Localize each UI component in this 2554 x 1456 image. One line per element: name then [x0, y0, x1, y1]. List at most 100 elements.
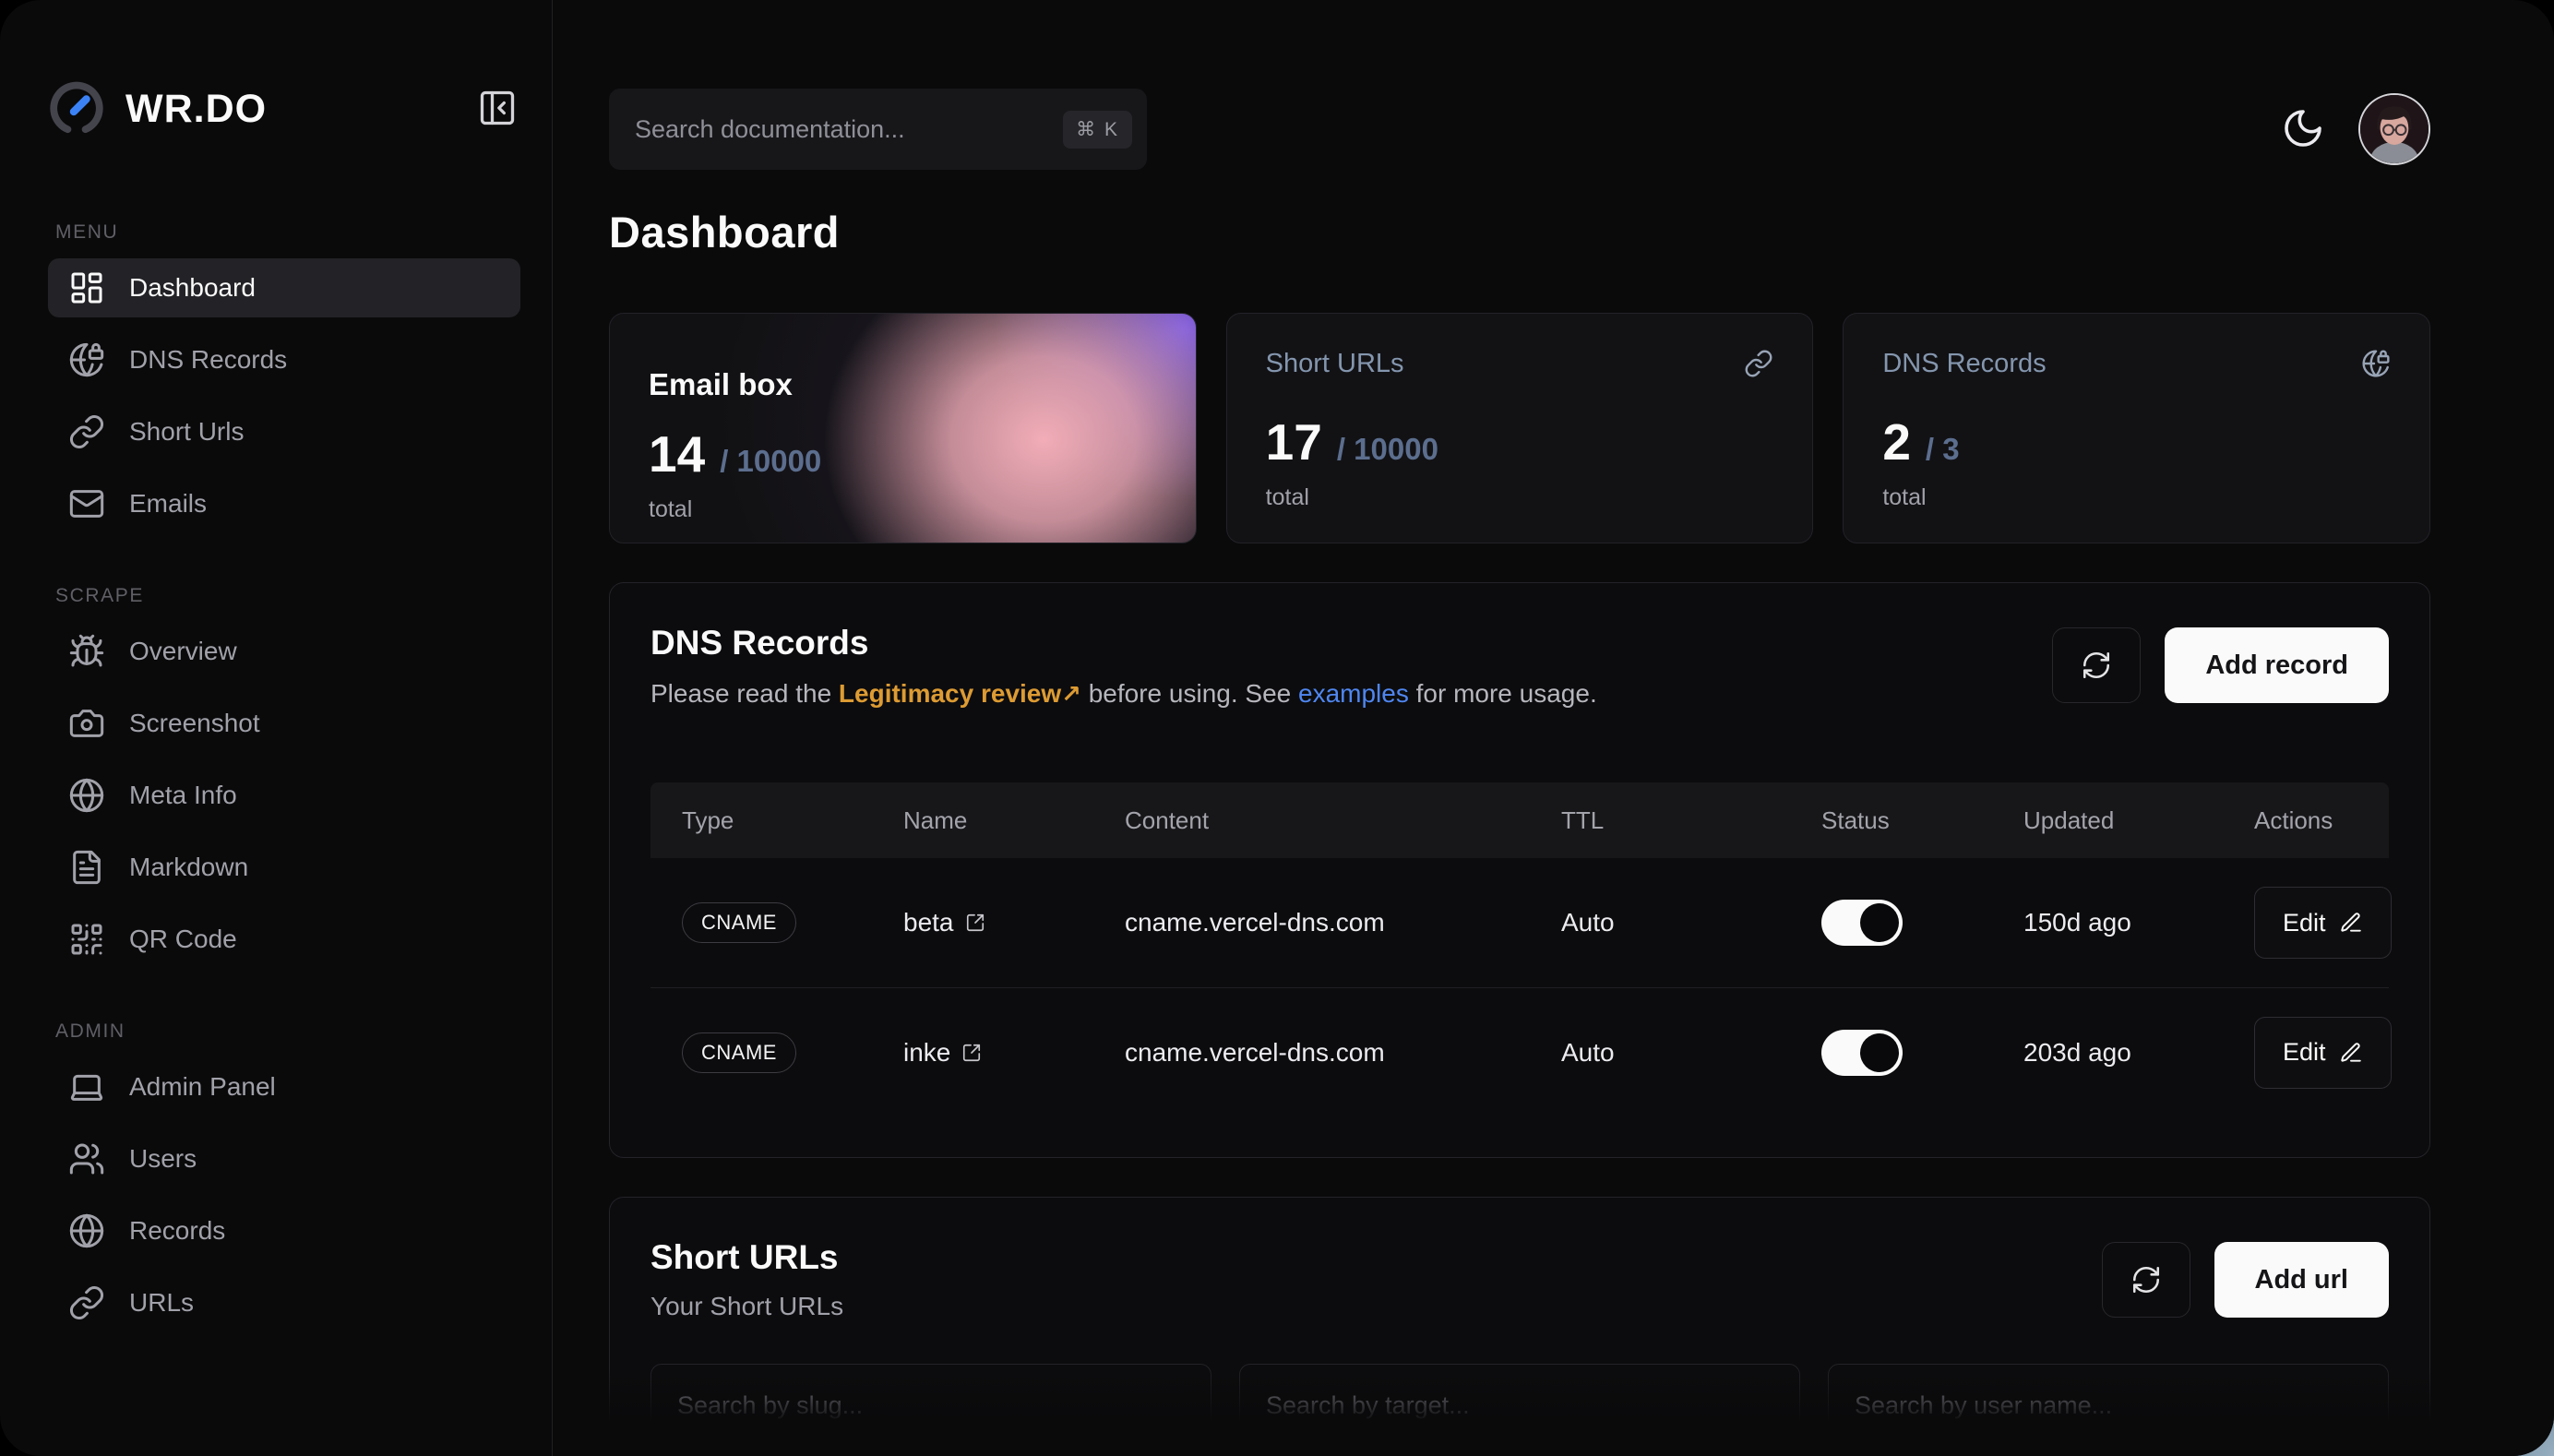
external-arrow-icon: ↗: [1061, 680, 1081, 708]
stat-card-value: 2: [1882, 412, 1911, 471]
dns-panel-heading: DNS Records Please read the Legitimacy r…: [650, 624, 1597, 709]
user-avatar[interactable]: [2358, 93, 2430, 165]
examples-link[interactable]: examples: [1298, 679, 1409, 708]
sidebar-item-short-urls[interactable]: Short Urls: [48, 402, 520, 461]
desc-text: before using. See: [1081, 679, 1298, 708]
status-toggle[interactable]: [1821, 900, 1903, 946]
sidebar-item-label: DNS Records: [129, 345, 287, 375]
screenshot-stage: WR.DO MENU Dashboard DNS Records Short U…: [0, 0, 2554, 1456]
sidebar-item-qr-code[interactable]: QR Code: [48, 910, 520, 969]
sidebar: WR.DO MENU Dashboard DNS Records Short U…: [0, 0, 553, 1456]
sidebar-item-label: Markdown: [129, 853, 248, 882]
globe-icon: [68, 777, 105, 814]
stat-card-title: Email box: [649, 367, 1157, 402]
panel-title: Short URLs: [650, 1238, 843, 1277]
table-row: CNAME inke cname.vercel-dns.com Auto 203…: [650, 987, 2389, 1116]
camera-icon: [68, 705, 105, 742]
file-text-icon: [68, 849, 105, 886]
sidebar-item-label: Users: [129, 1144, 197, 1174]
record-name: beta: [903, 908, 954, 937]
avatar-image: [2360, 95, 2429, 163]
col-header-ttl: TTL: [1530, 806, 1790, 835]
search-input[interactable]: Search documentation... ⌘ K: [609, 89, 1147, 170]
edit-record-button[interactable]: Edit: [2254, 1017, 2392, 1089]
record-updated: 203d ago: [1992, 1038, 2223, 1068]
toggle-knob: [1860, 903, 1899, 942]
sidebar-item-users[interactable]: Users: [48, 1129, 520, 1188]
legitimacy-review-link[interactable]: Legitimacy review↗: [839, 679, 1081, 708]
sidebar-item-meta-info[interactable]: Meta Info: [48, 766, 520, 825]
sidebar-item-markdown[interactable]: Markdown: [48, 838, 520, 897]
sidebar-item-overview[interactable]: Overview: [48, 622, 520, 681]
sidebar-item-label: Screenshot: [129, 709, 260, 738]
panel-subtitle: Your Short URLs: [650, 1292, 843, 1321]
sidebar-item-urls[interactable]: URLs: [48, 1273, 520, 1332]
sidebar-item-admin-panel[interactable]: Admin Panel: [48, 1057, 520, 1116]
url-filters-row: [650, 1364, 2389, 1447]
keyboard-shortcut-badge: ⌘ K: [1063, 111, 1132, 149]
sidebar-item-screenshot[interactable]: Screenshot: [48, 694, 520, 753]
add-url-button[interactable]: Add url: [2214, 1242, 2390, 1318]
search-by-slug-input[interactable]: [650, 1364, 1211, 1447]
moon-icon: [2281, 106, 2325, 150]
topbar: Search documentation... ⌘ K: [609, 89, 2430, 170]
dns-records-panel: DNS Records Please read the Legitimacy r…: [609, 582, 2430, 1158]
sidebar-item-label: Overview: [129, 637, 237, 666]
link-icon: [1744, 349, 1773, 378]
pencil-icon: [2339, 1041, 2363, 1065]
status-toggle[interactable]: [1821, 1030, 1903, 1076]
sidebar-item-label: Meta Info: [129, 781, 237, 810]
theme-toggle-button[interactable]: [2279, 105, 2327, 153]
stat-card-short-urls: Short URLs 17 / 10000 total: [1226, 313, 1814, 543]
sidebar-item-dashboard[interactable]: Dashboard: [48, 258, 520, 317]
search-placeholder: Search documentation...: [635, 115, 905, 144]
stat-card-title: DNS Records: [1882, 349, 2046, 379]
mail-icon: [68, 485, 105, 522]
table-header-row: Type Name Content TTL Status Updated Act…: [650, 782, 2389, 858]
sidebar-item-emails[interactable]: Emails: [48, 474, 520, 533]
record-type-badge: CNAME: [682, 1032, 796, 1073]
refresh-button[interactable]: [2052, 627, 2141, 703]
nav-section-label-scrape: SCRAPE: [55, 585, 520, 607]
edit-record-button[interactable]: Edit: [2254, 887, 2392, 959]
dns-records-table: Type Name Content TTL Status Updated Act…: [650, 782, 2389, 1116]
sidebar-collapse-button[interactable]: [474, 86, 520, 132]
stat-card-caption: total: [649, 496, 1157, 523]
record-name: inke: [903, 1038, 950, 1068]
external-link-icon[interactable]: [965, 913, 985, 933]
stat-card-value: 17: [1266, 412, 1322, 471]
qr-code-icon: [68, 921, 105, 958]
bug-icon: [68, 633, 105, 670]
stat-card-limit: / 3: [1926, 432, 1960, 467]
sidebar-item-label: URLs: [129, 1288, 194, 1318]
refresh-button[interactable]: [2102, 1242, 2190, 1318]
col-header-name: Name: [872, 806, 1093, 835]
pencil-icon: [2339, 911, 2363, 935]
sidebar-item-label: Records: [129, 1216, 225, 1246]
record-content: cname.vercel-dns.com: [1093, 908, 1530, 937]
nav-section-label-menu: MENU: [55, 221, 520, 244]
nav-section-label-admin: ADMIN: [55, 1020, 520, 1043]
external-link-icon[interactable]: [961, 1043, 982, 1063]
stat-card-email-box: Email box 14 / 10000 total: [609, 313, 1197, 543]
add-record-button[interactable]: Add record: [2165, 627, 2389, 703]
panel-left-close-icon: [477, 88, 518, 128]
users-icon: [68, 1140, 105, 1177]
sidebar-item-label: Short Urls: [129, 417, 244, 447]
link-icon: [68, 413, 105, 450]
col-header-updated: Updated: [1992, 806, 2223, 835]
search-by-target-input[interactable]: [1239, 1364, 1800, 1447]
refresh-icon: [2081, 650, 2112, 681]
page-title: Dashboard: [609, 207, 2430, 257]
sidebar-item-records[interactable]: Records: [48, 1201, 520, 1260]
sidebar-item-label: Emails: [129, 489, 207, 519]
short-urls-panel: Short URLs Your Short URLs Add url: [609, 1197, 2430, 1456]
sidebar-item-dns-records[interactable]: DNS Records: [48, 330, 520, 389]
search-by-user-name-input[interactable]: [1828, 1364, 2389, 1447]
gauge-logo-icon: [48, 80, 105, 137]
topbar-actions: [2279, 93, 2430, 165]
stat-card-limit: / 10000: [720, 444, 821, 479]
stat-card-caption: total: [1882, 484, 2391, 511]
refresh-icon: [2130, 1264, 2162, 1295]
record-type-badge: CNAME: [682, 902, 796, 943]
